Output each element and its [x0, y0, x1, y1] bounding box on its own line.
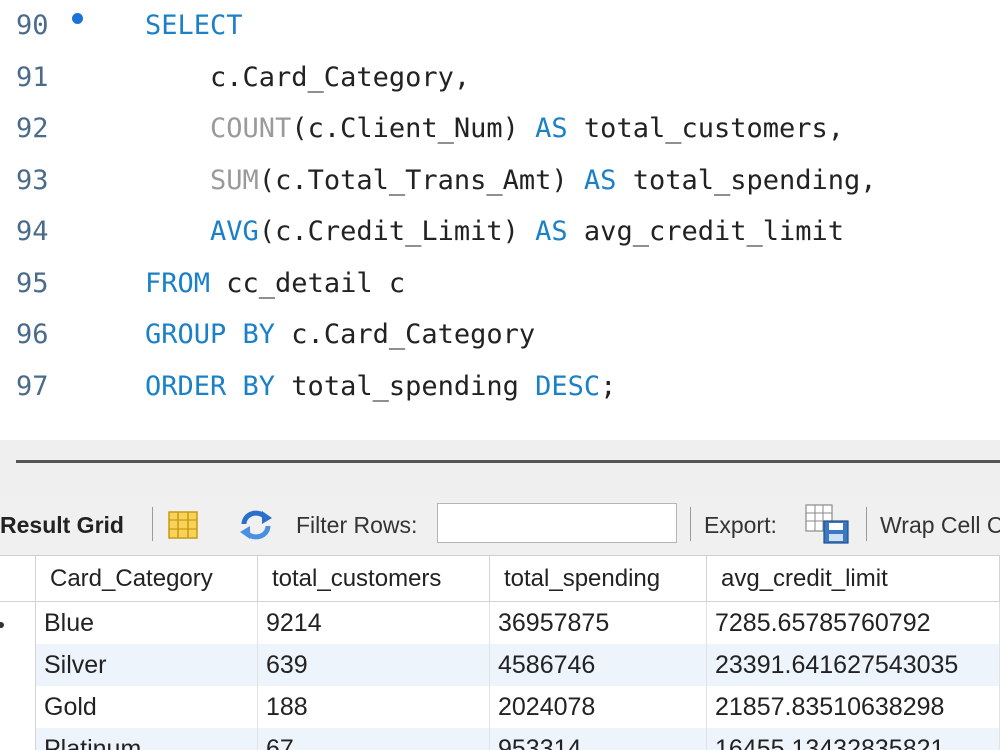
- sql-keyword: AS: [535, 113, 568, 144]
- code-token: total_spending: [275, 370, 536, 402]
- filter-rows-label: Filter Rows:: [296, 512, 418, 538]
- row-header[interactable]: [0, 644, 36, 686]
- row-header[interactable]: [0, 686, 36, 728]
- code-line[interactable]: 95 FROM cc_detail c: [0, 258, 1000, 310]
- line-number: 94: [16, 216, 49, 247]
- cell-total-customers[interactable]: 67: [258, 728, 490, 750]
- code-text: COUNT(c.Client_Num) AS total_customers,: [145, 103, 844, 155]
- grid-layout-icon[interactable]: [168, 511, 198, 539]
- code-text: AVG(c.Credit_Limit) AS avg_credit_limit: [145, 206, 844, 258]
- row-header[interactable]: [0, 728, 36, 750]
- row-header[interactable]: [0, 602, 36, 644]
- sql-keyword: AS: [583, 164, 617, 196]
- sql-editor[interactable]: 90 SELECT 91 c.Card_Category, 92 COUNT(c.Cl…: [0, 0, 1000, 440]
- code-line[interactable]: 96 GROUP BY c.Card_Category: [0, 309, 1000, 361]
- code-line[interactable]: 91 c.Card_Category,: [0, 52, 1000, 104]
- code-text: FROM cc_detail c: [145, 258, 405, 310]
- column-header-card-category[interactable]: Card_Category: [36, 556, 258, 602]
- cell-total-spending[interactable]: 36957875: [490, 602, 707, 644]
- code-token: (c.Credit_Limit): [258, 216, 536, 247]
- cell-total-customers[interactable]: 9214: [258, 602, 490, 644]
- code-token: avg_credit_limit: [567, 216, 845, 247]
- cell-card-category[interactable]: Gold: [36, 686, 258, 728]
- toolbar-separator: [866, 507, 867, 541]
- code-token: (c.Total_Trans_Amt): [258, 164, 584, 196]
- statement-marker-icon[interactable]: [72, 13, 83, 24]
- result-grid[interactable]: Card_Category total_customers total_spen…: [0, 556, 1000, 750]
- line-number: 91: [16, 61, 49, 93]
- wrap-cell-content-toggle[interactable]: Wrap Cell C: [880, 495, 1000, 555]
- export-icon[interactable]: [804, 503, 850, 545]
- code-token: c.Card_Category: [275, 319, 536, 350]
- result-grid-tab[interactable]: Result Grid: [0, 495, 124, 555]
- code-token: (c.Client_Num): [291, 113, 536, 144]
- cell-total-spending[interactable]: 953314: [490, 728, 707, 750]
- code-text: ORDER BY total_spending DESC;: [145, 361, 616, 413]
- code-token: c.Card_Category,: [145, 61, 471, 93]
- code-text: GROUP BY c.Card_Category: [145, 309, 535, 361]
- line-number: 90: [16, 10, 49, 41]
- line-number: 93: [16, 164, 49, 196]
- toolbar-separator: [690, 507, 691, 541]
- result-toolbar: Result Grid Filter Rows: Export: Wrap Ce…: [0, 495, 1000, 556]
- code-line[interactable]: 93 SUM(c.Total_Trans_Amt) AS total_spend…: [0, 155, 1000, 207]
- sql-function: SUM: [210, 164, 259, 196]
- line-number: 96: [16, 319, 49, 350]
- toolbar-separator: [152, 507, 153, 541]
- code-token: cc_detail c: [210, 267, 406, 299]
- filter-rows-input[interactable]: [437, 503, 677, 543]
- code-line[interactable]: 92 COUNT(c.Client_Num) AS total_customer…: [0, 103, 1000, 155]
- export-label: Export:: [704, 512, 777, 538]
- grid-corner[interactable]: [0, 556, 36, 602]
- code-token: total_spending,: [616, 164, 877, 196]
- cell-avg-credit-limit[interactable]: 21857.83510638298: [707, 686, 1000, 728]
- code-token: total_customers,: [567, 113, 845, 144]
- sql-keyword: SELECT: [145, 10, 243, 41]
- sql-function: AVG: [210, 216, 259, 247]
- cell-card-category[interactable]: Silver: [36, 644, 258, 686]
- cell-total-customers[interactable]: 639: [258, 644, 490, 686]
- table-row[interactable]: Silver 639 4586746 23391.641627543035: [36, 644, 1000, 686]
- line-number: 92: [16, 113, 49, 144]
- code-text: SUM(c.Total_Trans_Amt) AS total_spending…: [145, 155, 877, 207]
- pane-splitter[interactable]: [0, 440, 1000, 495]
- cell-card-category[interactable]: Blue: [36, 602, 258, 644]
- line-number: 95: [16, 267, 49, 299]
- cell-avg-credit-limit[interactable]: 16455.13432835821: [707, 728, 1000, 750]
- code-line[interactable]: 90 SELECT: [0, 0, 1000, 52]
- column-header-total-spending[interactable]: total_spending: [490, 556, 707, 602]
- table-row[interactable]: Platinum 67 953314 16455.13432835821: [36, 728, 1000, 750]
- code-line[interactable]: 94 AVG(c.Credit_Limit) AS avg_credit_lim…: [0, 206, 1000, 258]
- refresh-icon[interactable]: [236, 508, 276, 542]
- sql-keyword: AS: [535, 216, 568, 247]
- table-row[interactable]: Blue 9214 36957875 7285.65785760792: [36, 602, 1000, 644]
- line-number: 97: [16, 370, 49, 402]
- cell-avg-credit-limit[interactable]: 23391.641627543035: [707, 644, 1000, 686]
- sql-keyword: GROUP BY: [145, 319, 276, 350]
- code-token: ;: [600, 370, 617, 402]
- sql-keyword: ORDER BY: [145, 370, 276, 402]
- sql-function: COUNT: [210, 113, 292, 144]
- column-header-avg-credit-limit[interactable]: avg_credit_limit: [707, 556, 1000, 602]
- code-text: SELECT: [145, 0, 243, 52]
- cell-total-spending[interactable]: 2024078: [490, 686, 707, 728]
- cell-avg-credit-limit[interactable]: 7285.65785760792: [707, 602, 1000, 644]
- cell-total-customers[interactable]: 188: [258, 686, 490, 728]
- code-text: c.Card_Category,: [145, 52, 470, 104]
- splitter-bar[interactable]: [16, 460, 1000, 463]
- sql-keyword: FROM: [145, 267, 211, 299]
- cell-card-category[interactable]: Platinum: [36, 728, 258, 750]
- sql-keyword: DESC: [535, 370, 601, 402]
- code-line[interactable]: 97 ORDER BY total_spending DESC;: [0, 361, 1000, 413]
- cell-total-spending[interactable]: 4586746: [490, 644, 707, 686]
- table-row[interactable]: Gold 188 2024078 21857.83510638298: [36, 686, 1000, 728]
- column-header-total-customers[interactable]: total_customers: [258, 556, 490, 602]
